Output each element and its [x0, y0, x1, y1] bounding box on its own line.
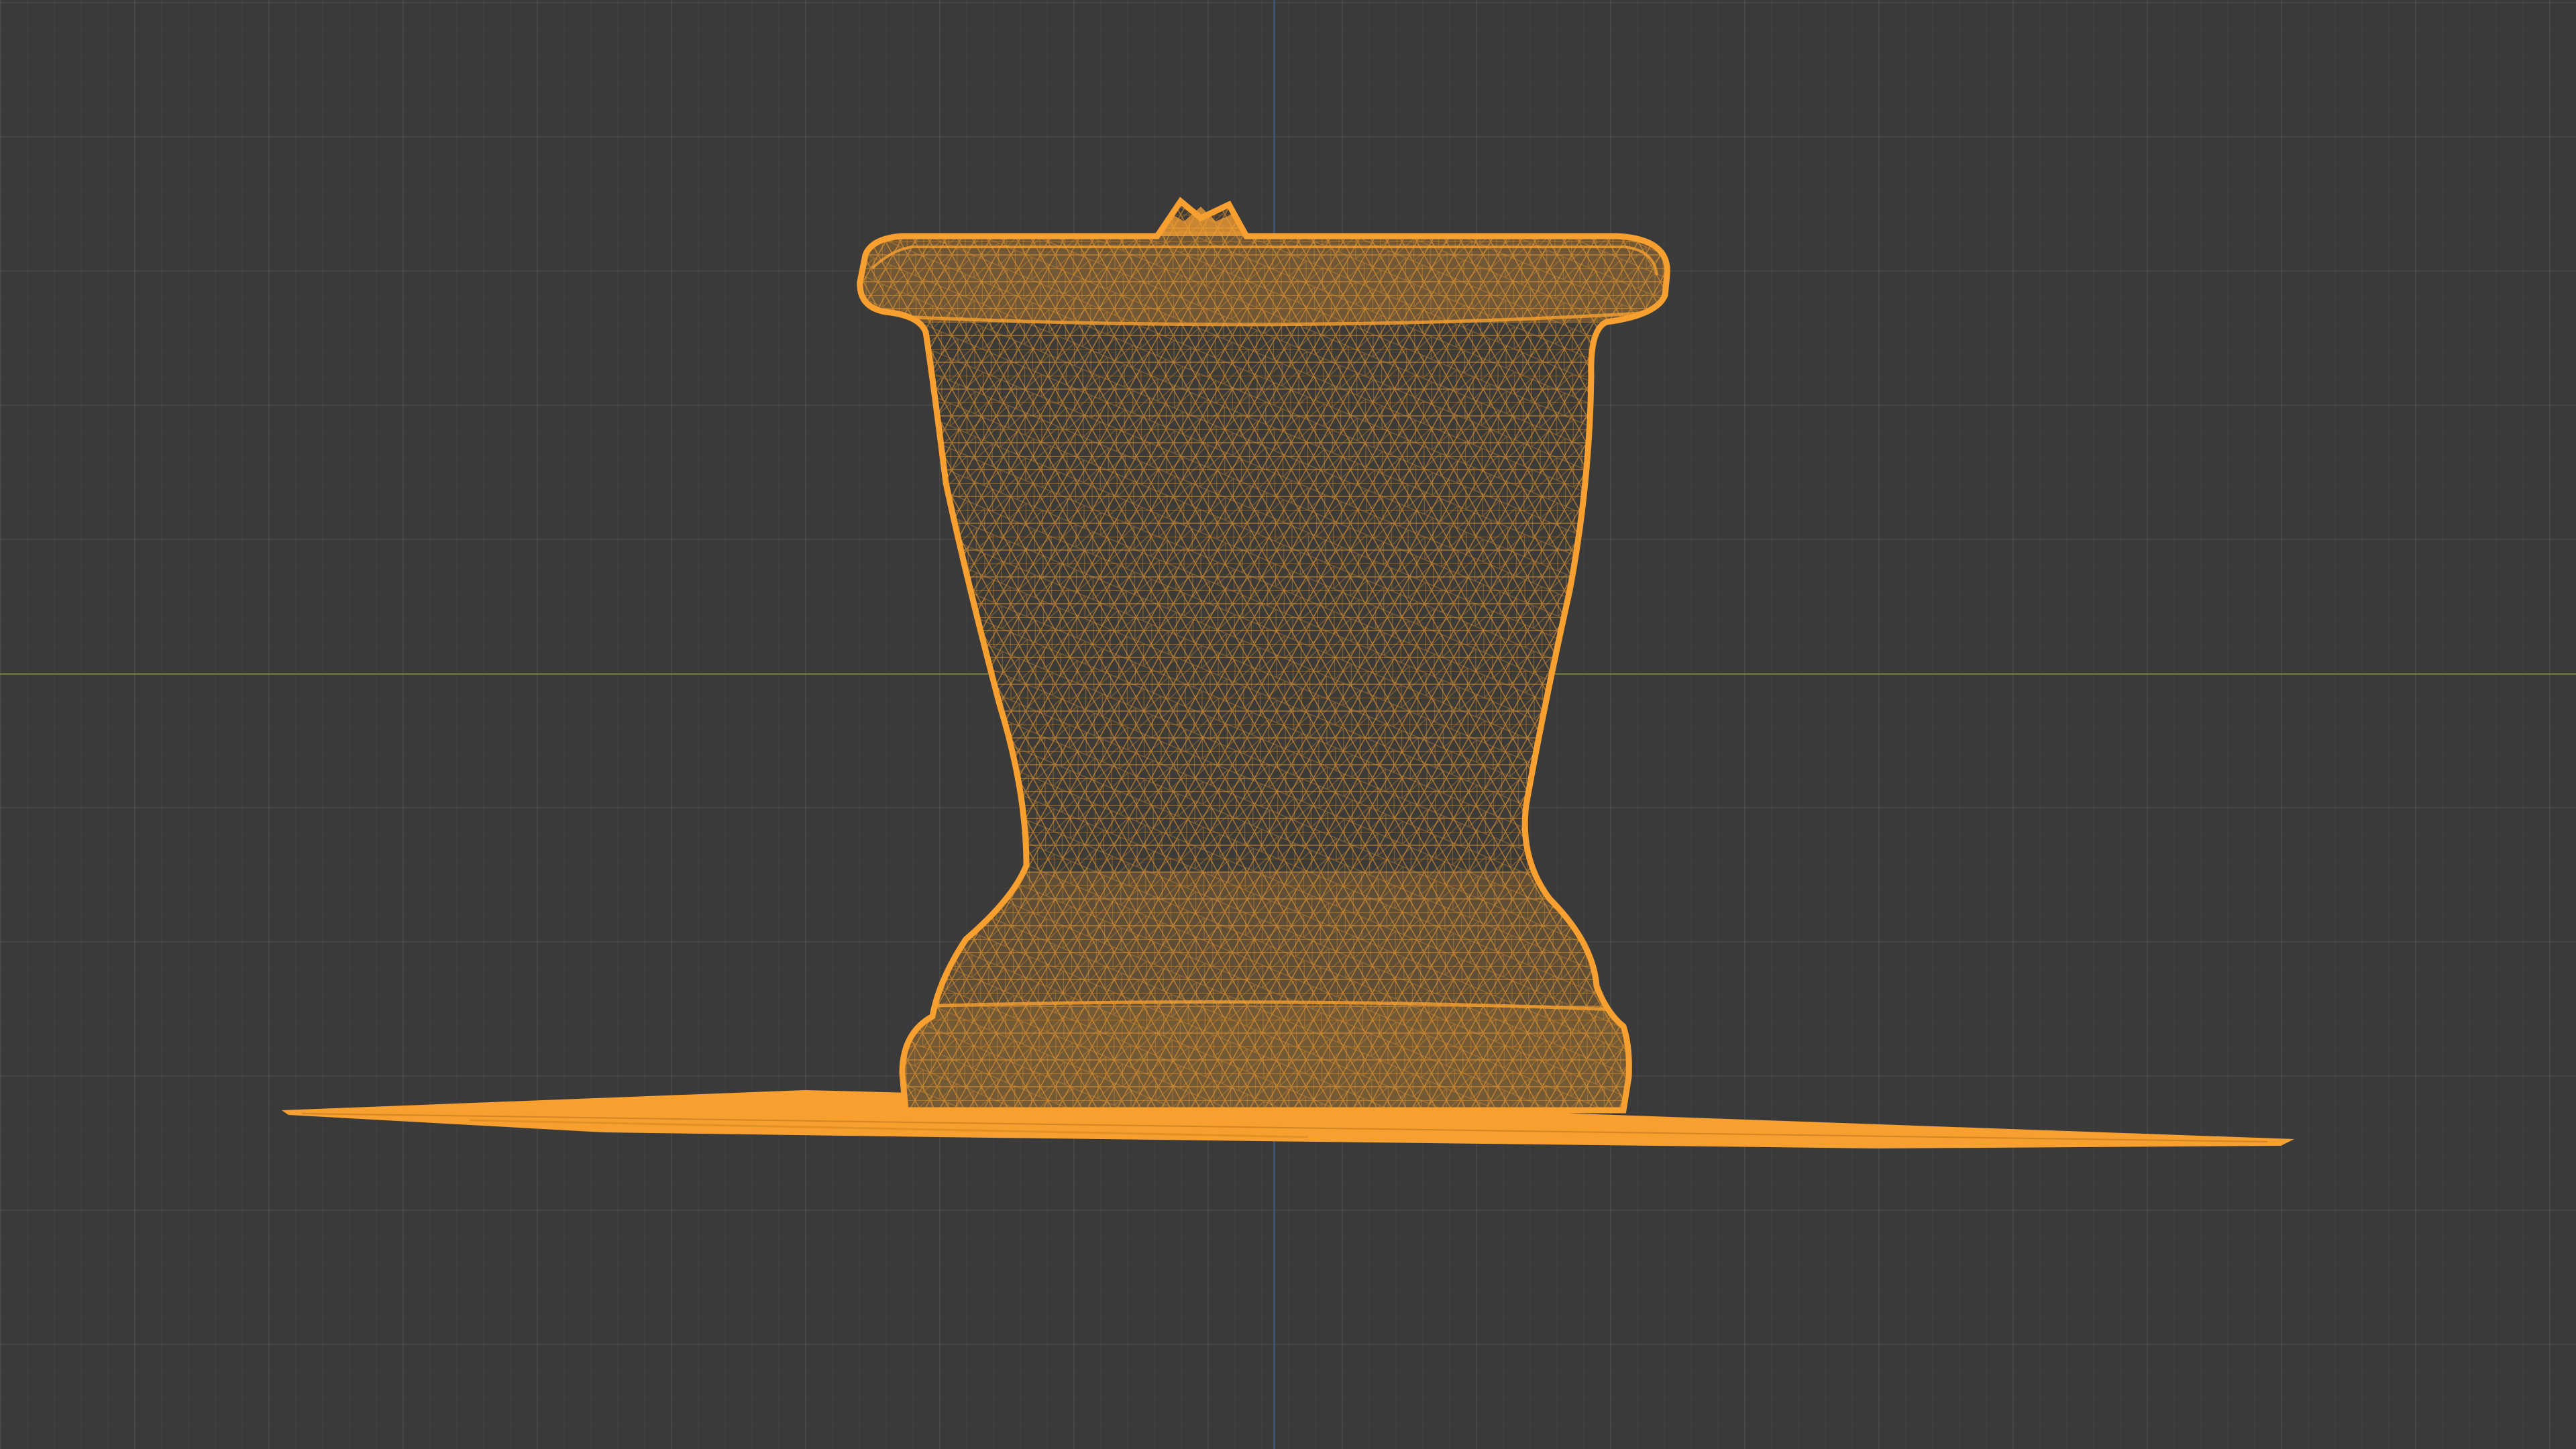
mesh-object[interactable] — [0, 0, 2576, 1449]
3d-viewport[interactable] — [0, 0, 2576, 1449]
